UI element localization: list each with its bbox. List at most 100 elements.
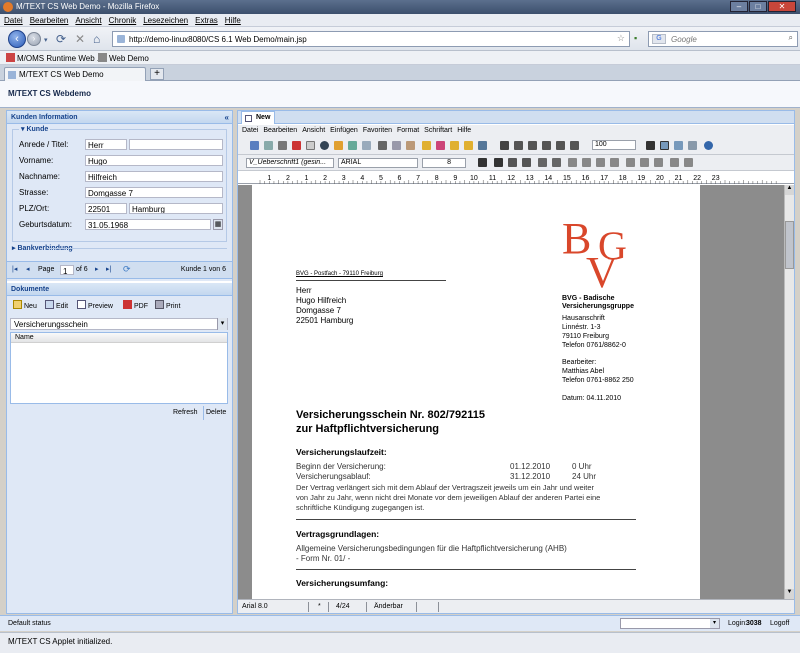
save-icon[interactable] xyxy=(250,141,259,150)
menu-ansicht[interactable]: Ansicht xyxy=(75,16,101,25)
preview-document-button[interactable]: Preview xyxy=(77,300,113,310)
align-right-icon[interactable] xyxy=(596,158,605,167)
font-grow-icon[interactable] xyxy=(478,158,487,167)
bookmark-webdemo[interactable]: Web Demo xyxy=(98,53,149,63)
indent-icon[interactable] xyxy=(640,158,649,167)
delete-row-icon[interactable] xyxy=(570,141,579,150)
delete-button[interactable]: Delete xyxy=(206,409,226,416)
first-page-icon[interactable]: |◂ xyxy=(12,265,17,273)
calendar-icon[interactable]: ▦ xyxy=(213,219,223,230)
pdf-icon[interactable] xyxy=(292,141,301,150)
scroll-down-icon[interactable]: ▼ xyxy=(785,589,794,599)
chevron-down-icon[interactable]: ▾ xyxy=(217,318,227,330)
reload-icon[interactable]: ⟳ xyxy=(56,32,66,46)
view-icon-1[interactable] xyxy=(660,141,669,150)
vorname-input[interactable]: Hugo xyxy=(85,155,223,166)
menu-extras[interactable]: Extras xyxy=(195,16,218,25)
scroll-up-icon[interactable]: ▲ xyxy=(785,185,794,195)
scroll-thumb[interactable] xyxy=(785,221,794,269)
grid-header-name[interactable]: Name xyxy=(11,333,227,343)
editor-menu-datei[interactable]: Datei xyxy=(242,127,258,135)
cut-icon[interactable] xyxy=(378,141,387,150)
print-icon[interactable] xyxy=(278,141,287,150)
page-icon[interactable] xyxy=(306,141,315,150)
titel-input[interactable] xyxy=(129,139,223,150)
stop-icon[interactable]: ✕ xyxy=(75,32,85,46)
bold-icon[interactable] xyxy=(494,158,503,167)
status-select[interactable]: ▾ xyxy=(620,618,720,629)
editor-menu-bearbeiten[interactable]: Bearbeiten xyxy=(263,127,297,135)
history-dropdown-icon[interactable]: ▾ xyxy=(44,36,48,44)
view-icon-2[interactable] xyxy=(674,141,683,150)
editor-menu-format[interactable]: Format xyxy=(397,127,419,135)
pilcrow-icon[interactable] xyxy=(646,141,655,150)
copy-icon[interactable] xyxy=(392,141,401,150)
menu-lesezeichen[interactable]: Lesezeichen xyxy=(143,16,188,25)
edit-document-button[interactable]: Edit xyxy=(45,300,68,310)
italic-icon[interactable] xyxy=(508,158,517,167)
tool-icon-3[interactable] xyxy=(450,141,459,150)
document-page[interactable]: B V G BVG - Postfach - 79110 Freiburg He… xyxy=(252,185,700,599)
search-engine-icon[interactable]: G xyxy=(652,34,666,44)
document-type-select[interactable]: Versicherungsschein ▾ xyxy=(10,318,228,330)
variable-icon[interactable] xyxy=(348,141,357,150)
bookmark-moms[interactable]: M/OMS Runtime Web ... xyxy=(6,53,104,63)
tool-icon-4[interactable] xyxy=(464,141,473,150)
search-field[interactable]: G Google ⌕ xyxy=(648,31,798,47)
merge-icon[interactable] xyxy=(542,141,551,150)
new-tab-button[interactable]: + xyxy=(150,68,164,80)
nachname-input[interactable]: Hilfreich xyxy=(85,171,223,182)
border-icon[interactable] xyxy=(670,158,679,167)
refresh-button[interactable]: Refresh xyxy=(173,409,198,416)
paste-icon[interactable] xyxy=(406,141,415,150)
ort-input[interactable]: Hamburg xyxy=(129,203,223,214)
close-button[interactable]: ✕ xyxy=(768,1,796,12)
superscript-icon[interactable] xyxy=(552,158,561,167)
back-button[interactable]: ‹ xyxy=(8,30,26,48)
prev-page-icon[interactable]: ◂ xyxy=(26,265,30,273)
style-select[interactable]: V_Ueberschrift1 (gesin... xyxy=(246,158,334,168)
home-icon[interactable]: ⌂ xyxy=(93,32,100,46)
geburtsdatum-input[interactable]: 31.05.1968 xyxy=(85,219,211,230)
plz-input[interactable]: 22501 xyxy=(85,203,127,214)
new-document-button[interactable]: Neu xyxy=(13,300,37,310)
maximize-button[interactable]: □ xyxy=(749,1,767,12)
strasse-input[interactable]: Domgasse 7 xyxy=(85,187,223,198)
editor-menu-favoriten[interactable]: Favoriten xyxy=(363,127,392,135)
forward-button[interactable]: › xyxy=(27,32,41,46)
feed-icon[interactable]: ▪ xyxy=(634,33,637,43)
vertical-scrollbar[interactable]: ▲ ▼ xyxy=(784,185,794,599)
table-icon[interactable] xyxy=(500,141,509,150)
print-document-button[interactable]: Print xyxy=(155,300,180,310)
align-left-icon[interactable] xyxy=(568,158,577,167)
chevron-down-icon[interactable]: ▾ xyxy=(710,619,719,628)
tool-icon-5[interactable] xyxy=(478,141,487,150)
split-icon[interactable] xyxy=(556,141,565,150)
collapse-left-icon[interactable]: « xyxy=(225,113,229,122)
tool-icon-2[interactable] xyxy=(436,141,445,150)
field-icon[interactable] xyxy=(362,141,371,150)
tool-icon-1[interactable] xyxy=(422,141,431,150)
link-icon[interactable] xyxy=(334,141,343,150)
insert-row-icon[interactable] xyxy=(514,141,523,150)
editor-menu-ansicht[interactable]: Ansicht xyxy=(302,127,325,135)
menu-bearbeiten[interactable]: Bearbeiten xyxy=(30,16,69,25)
menu-hilfe[interactable]: Hilfe xyxy=(225,16,241,25)
bookmark-star-icon[interactable]: ☆ xyxy=(617,33,625,44)
last-page-icon[interactable]: ▸| xyxy=(106,265,111,273)
list-icon[interactable] xyxy=(626,158,635,167)
kunde-legend[interactable]: ▾ Kunde xyxy=(19,125,51,133)
justify-icon[interactable] xyxy=(610,158,619,167)
strike-icon[interactable] xyxy=(538,158,547,167)
refresh-icon[interactable]: ⟳ xyxy=(123,264,131,275)
insert-col-icon[interactable] xyxy=(528,141,537,150)
editor-menu-einfuegen[interactable]: Einfügen xyxy=(330,127,358,135)
minimize-button[interactable]: – xyxy=(730,1,748,12)
zoom-select[interactable]: 100 xyxy=(592,140,636,150)
editor-tab-new[interactable]: New xyxy=(241,111,275,124)
editor-menu-hilfe[interactable]: Hilfe xyxy=(457,127,471,135)
next-page-icon[interactable]: ▸ xyxy=(95,265,99,273)
underline-icon[interactable] xyxy=(522,158,531,167)
page-input[interactable]: 1 xyxy=(60,265,74,275)
zoom-icon[interactable] xyxy=(264,141,273,150)
